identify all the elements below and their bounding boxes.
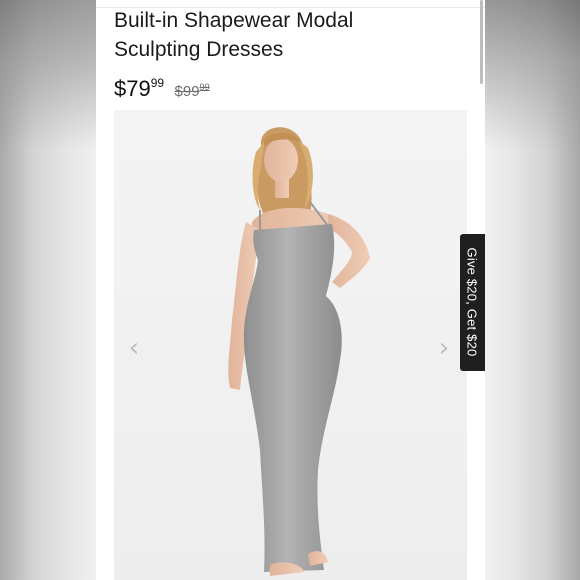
- scrollbar[interactable]: [480, 0, 483, 84]
- price-row: $7999 $9999: [114, 76, 210, 104]
- product-photo: [228, 127, 370, 576]
- product-image-gallery[interactable]: ‹ ›: [114, 110, 467, 580]
- current-price: $79: [114, 76, 151, 101]
- referral-tab[interactable]: Give $20, Get $20: [460, 234, 485, 371]
- original-price-cents: 99: [199, 82, 210, 92]
- chevron-left-icon: ‹: [128, 333, 140, 363]
- product-title-line1: Built-in Shapewear Modal: [114, 9, 354, 32]
- product-title-line2: Sculpting Dresses: [114, 38, 284, 61]
- referral-tab-label: Give $20, Get $20: [464, 247, 480, 357]
- product-title: Built-in Shapewear Modal Sculpting Dress…: [114, 6, 454, 64]
- gallery-prev-button[interactable]: ‹: [124, 334, 144, 362]
- chevron-right-icon: ›: [438, 333, 450, 363]
- blurred-background-left: [0, 0, 96, 580]
- product-page: Built-in Shapewear Modal Sculpting Dress…: [96, 0, 485, 580]
- current-price-cents: 99: [150, 76, 165, 90]
- blurred-background-right: [485, 0, 580, 580]
- gallery-next-button[interactable]: ›: [434, 334, 454, 362]
- original-price: $9999: [174, 82, 210, 100]
